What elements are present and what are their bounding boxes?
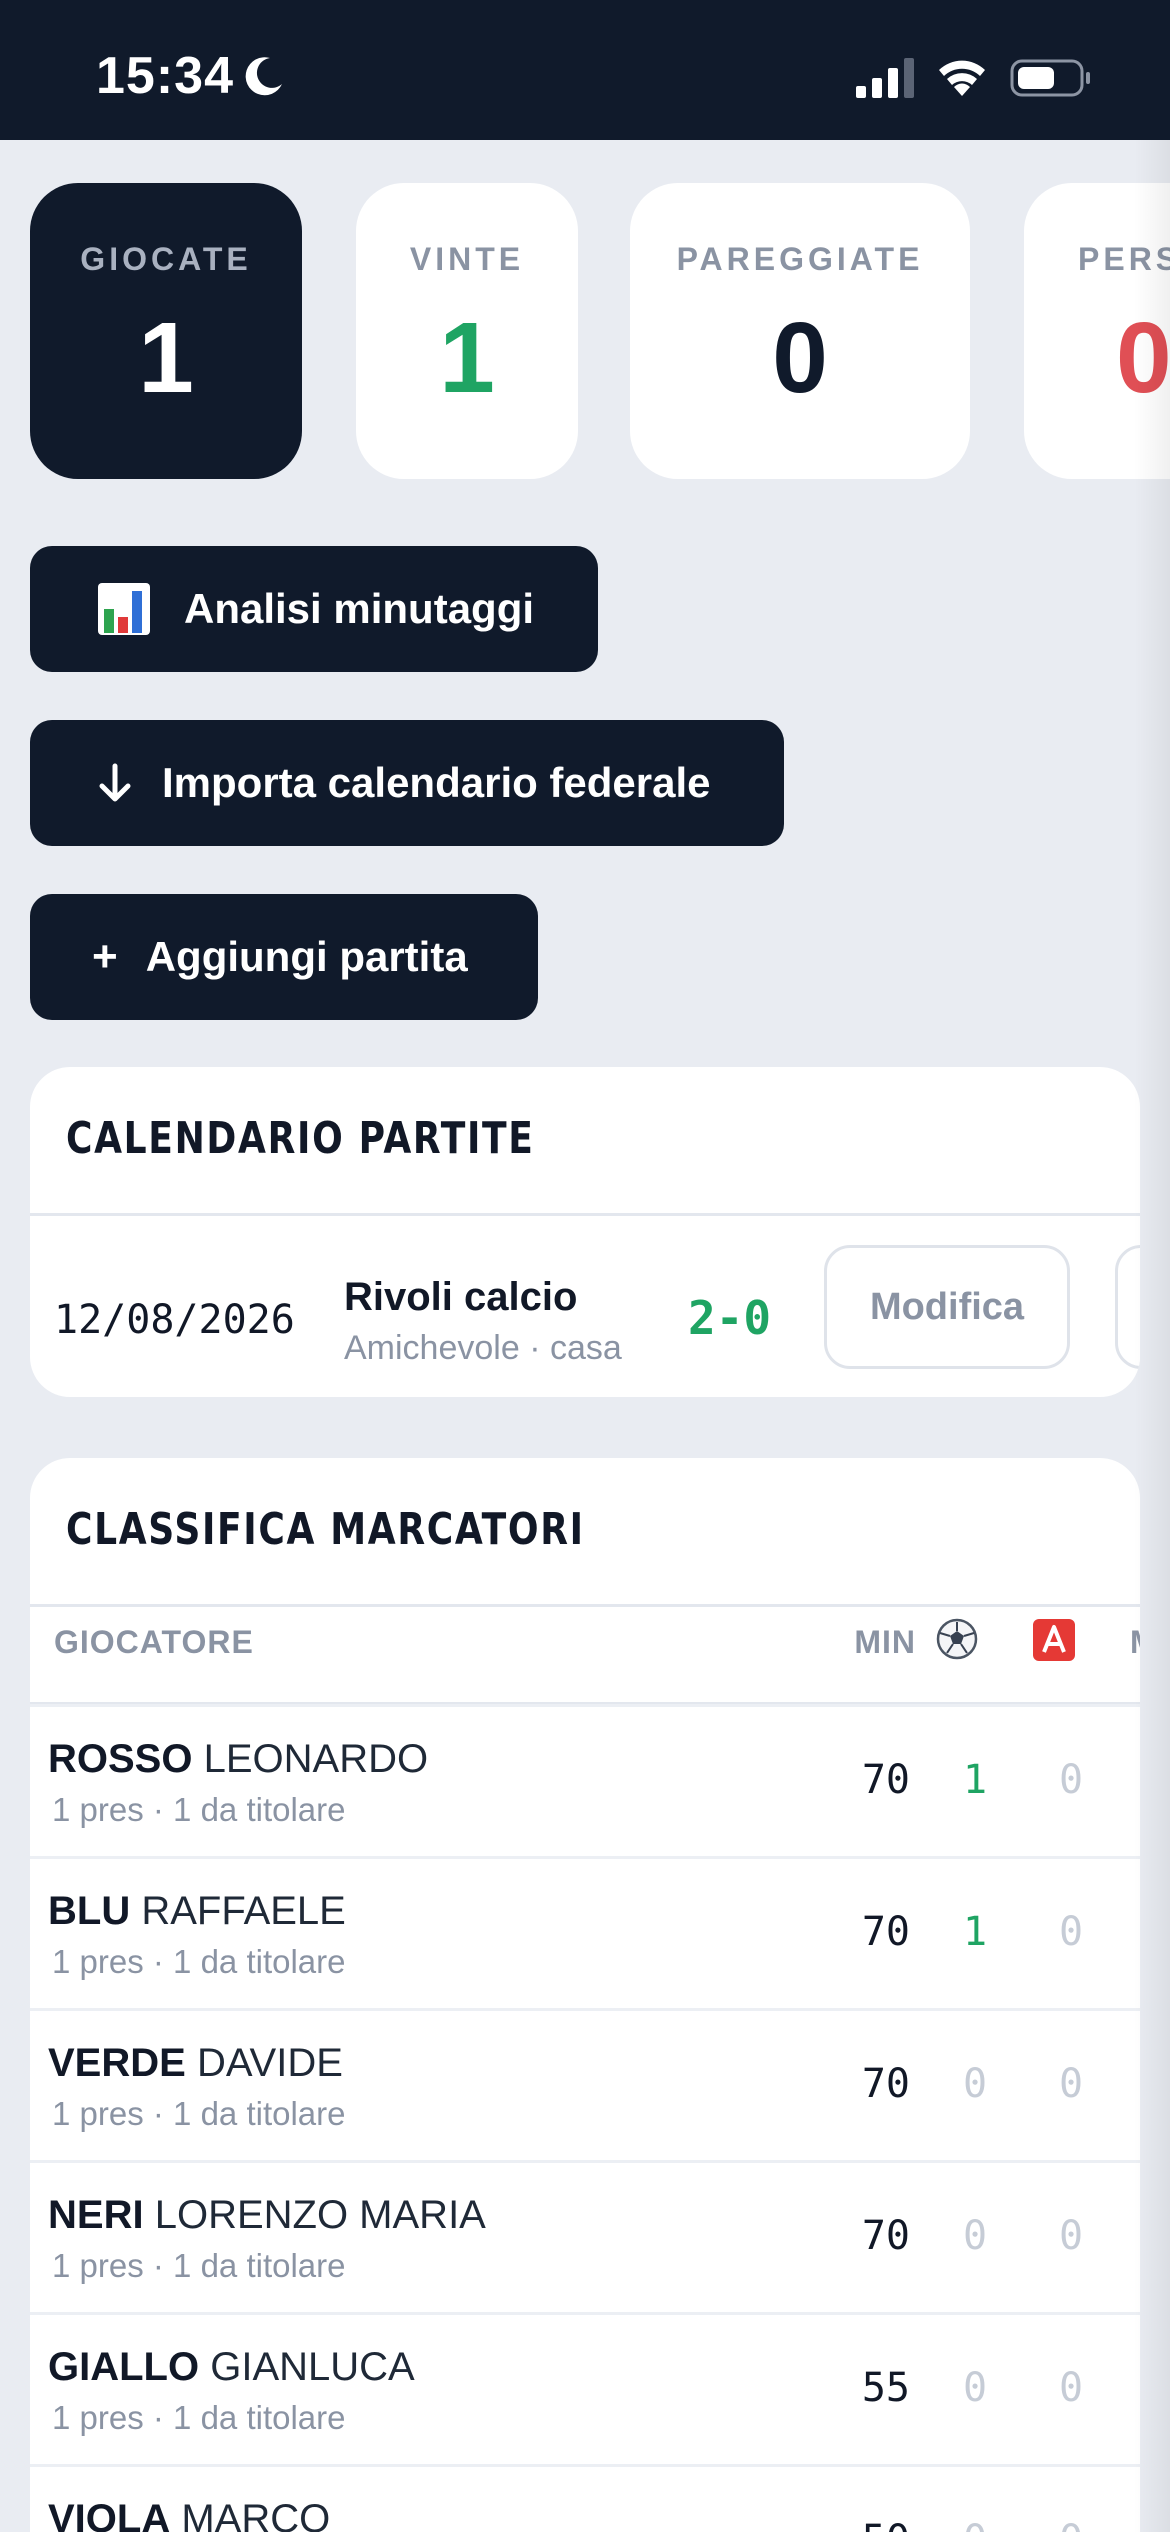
player-goals: 0 (962, 2213, 988, 2259)
match-date: 12/08/2026 (54, 1297, 295, 1343)
header-min[interactable]: MIN (816, 1624, 916, 1661)
player-surname: BLU (48, 1889, 131, 1933)
table-row[interactable]: GIALLO GIANLUCA 1 pres · 1 da titolare 5… (30, 2312, 1140, 2464)
scorers-panel: CLASSIFICA MARCATORI GIOCATORE MIN M ROS… (30, 1458, 1140, 2532)
stat-value: 0 (1116, 302, 1170, 414)
player-name: ROSSO LEONARDO (48, 1737, 428, 1782)
stat-value: 1 (439, 302, 495, 414)
aggiungi-partita-label: Aggiungi partita (145, 933, 468, 980)
player-name: GIALLO GIANLUCA (48, 2345, 415, 2390)
player-firstname: DAVIDE (196, 2041, 343, 2085)
player-minutes: 55 (861, 2365, 910, 2411)
player-firstname: RAFFAELE (141, 1889, 346, 1933)
edit-match-button[interactable]: Modifica (824, 1245, 1070, 1369)
player-minutes: 50 (810, 2517, 910, 2532)
table-row[interactable]: VERDE DAVIDE 1 pres · 1 da titolare 70 0… (30, 2008, 1140, 2160)
table-row[interactable]: NERI LORENZO MARIA 1 pres · 1 da titolar… (30, 2160, 1140, 2312)
battery-icon (1010, 59, 1090, 97)
player-appearances: 1 pres · 1 da titolare (52, 2095, 346, 2132)
moon-icon (245, 57, 282, 96)
player-minutes: 70 (861, 2213, 910, 2259)
stat-value: 0 (772, 302, 828, 414)
player-assists: 0 (1058, 2365, 1084, 2411)
player-firstname: GIANLUCA (210, 2345, 415, 2389)
header-player[interactable]: GIOCATORE (54, 1624, 254, 1661)
stat-value: 1 (138, 302, 194, 414)
wifi-icon (939, 60, 985, 96)
player-goals: 0 (962, 2365, 988, 2411)
player-name: VIOLA MARCO (48, 2497, 330, 2532)
player-name: NERI LORENZO MARIA (48, 2193, 486, 2238)
player-appearances: 1 pres · 1 da titolare (52, 1943, 346, 1980)
player-appearances: 1 pres · 1 da titolare (52, 2399, 346, 2436)
calendar-title: CALENDARIO PARTITE (66, 1113, 535, 1164)
divider (30, 1213, 1140, 1216)
player-surname: ROSSO (48, 1737, 193, 1781)
match-score: 2-0 (688, 1291, 772, 1345)
card-a-icon[interactable] (1032, 1618, 1076, 1670)
player-firstname: LORENZO MARIA (154, 2193, 486, 2237)
arrow-down-icon (94, 762, 136, 804)
stat-label: VINTE (409, 241, 525, 277)
divider (30, 1604, 1140, 1607)
player-minutes: 70 (861, 1757, 910, 1803)
player-assists: 0 (1058, 1757, 1084, 1803)
stat-label: PERS (1078, 241, 1170, 277)
stat-card-pareggiate[interactable]: PAREGGIATE 0 (630, 183, 970, 479)
player-appearances: 1 pres · 1 da titolare (52, 2247, 346, 2284)
status-bar: 15:34 (0, 0, 1170, 140)
player-firstname: MARCO (181, 2497, 331, 2532)
calendar-panel: CALENDARIO PARTITE 12/08/2026 Rivoli cal… (30, 1067, 1140, 1397)
stat-card-vinte[interactable]: VINTE 1 (356, 183, 578, 479)
header-extra[interactable]: M (1130, 1624, 1140, 1661)
match-opponent: Rivoli calcio (344, 1275, 578, 1319)
analisi-minutaggi-label: Analisi minutaggi (184, 585, 535, 632)
delete-match-button[interactable] (1115, 1245, 1140, 1369)
player-goals: 0 (962, 2061, 988, 2107)
importa-calendario-label: Importa calendario federale (162, 759, 711, 806)
match-info: Amichevole · casa (344, 1329, 622, 1367)
plus-icon: + (92, 932, 118, 981)
aggiungi-partita-button[interactable]: + Aggiungi partita (30, 894, 538, 1020)
stat-card-giocate[interactable]: GIOCATE 1 (30, 183, 302, 479)
player-assists: 0 (1058, 2061, 1084, 2107)
scorers-title: CLASSIFICA MARCATORI (66, 1504, 585, 1555)
player-assists: 0 (1058, 1909, 1084, 1955)
stat-label: PAREGGIATE (676, 241, 924, 277)
player-surname: GIALLO (48, 2345, 200, 2389)
bar-chart-icon (96, 581, 152, 637)
importa-calendario-button[interactable]: Importa calendario federale (30, 720, 784, 846)
player-surname: VIOLA (48, 2497, 171, 2532)
analisi-minutaggi-button[interactable]: Analisi minutaggi (30, 546, 598, 672)
player-goals: 1 (962, 1757, 988, 1803)
player-goals: 1 (962, 1909, 988, 1955)
stat-card-perse[interactable]: PERS 0 (1024, 183, 1170, 479)
stat-label: GIOCATE (80, 241, 252, 277)
soccer-ball-icon[interactable] (936, 1618, 978, 1668)
player-minutes: 70 (861, 1909, 910, 1955)
signal-icon (856, 58, 914, 98)
player-name: BLU RAFFAELE (48, 1889, 346, 1934)
player-name: VERDE DAVIDE (48, 2041, 343, 2086)
player-surname: NERI (48, 2193, 144, 2237)
player-goals: 0 (950, 2517, 1000, 2532)
status-time: 15:34 (96, 47, 234, 105)
player-assists: 0 (1058, 2213, 1084, 2259)
table-row[interactable]: BLU RAFFAELE 1 pres · 1 da titolare 70 1… (30, 1856, 1140, 2008)
player-firstname: LEONARDO (203, 1737, 429, 1781)
player-appearances: 1 pres · 1 da titolare (52, 1791, 346, 1828)
player-minutes: 70 (861, 2061, 910, 2107)
player-assists: 0 (1046, 2517, 1096, 2532)
player-surname: VERDE (48, 2041, 186, 2085)
table-row[interactable]: VIOLA MARCO 50 0 0 (30, 2464, 1140, 2532)
table-row[interactable]: ROSSO LEONARDO 1 pres · 1 da titolare 70… (30, 1704, 1140, 1856)
